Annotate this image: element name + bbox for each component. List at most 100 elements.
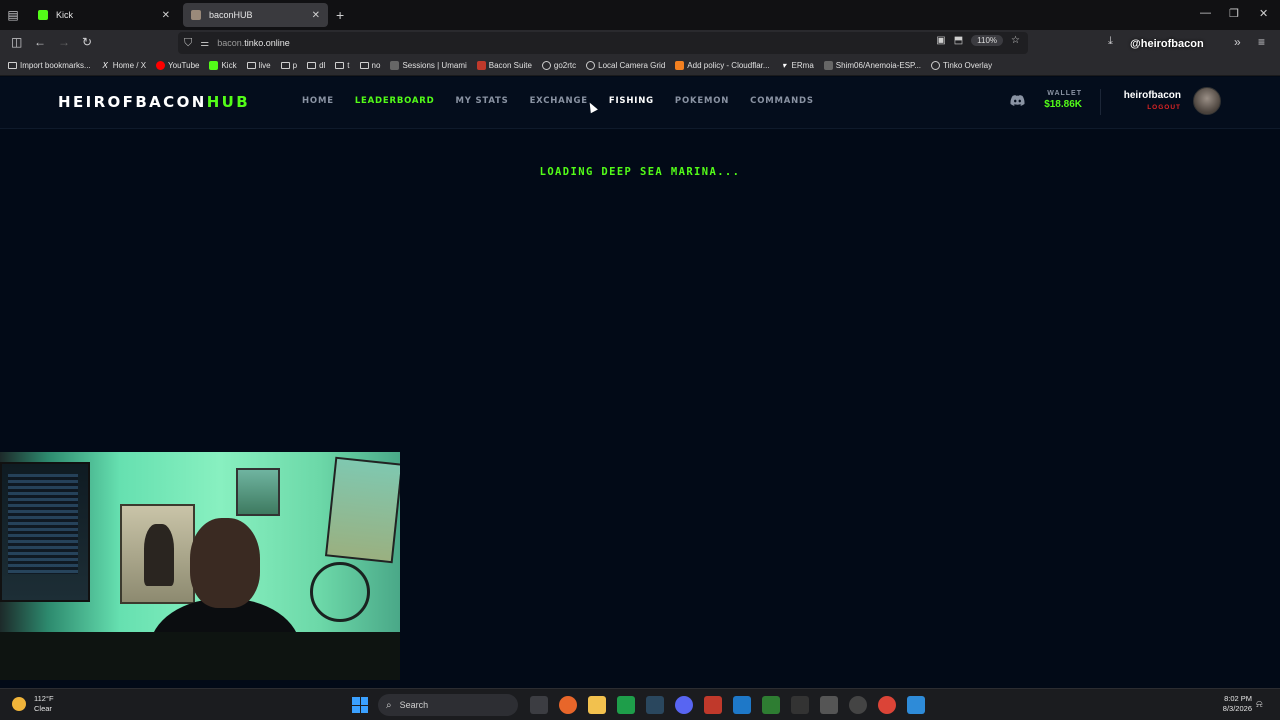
bookmark-item[interactable]: Sessions | Umami bbox=[390, 61, 467, 70]
reader-view-icon[interactable]: ▣ bbox=[936, 35, 945, 46]
windows-start-icon[interactable] bbox=[352, 697, 368, 713]
site-header: HEIROFBACONHUB HOME LEADERBOARD MY STATS… bbox=[0, 77, 1280, 129]
taskbar-search[interactable]: ⌕ Search bbox=[378, 694, 518, 716]
file-explorer-icon[interactable] bbox=[588, 696, 606, 714]
close-window-button[interactable]: ✕ bbox=[1259, 7, 1268, 20]
youtube-icon bbox=[156, 61, 166, 70]
overflow-chevron-icon[interactable]: » bbox=[1234, 35, 1241, 49]
site-logo[interactable]: HEIROFBACONHUB bbox=[58, 93, 250, 111]
wallet-balance: $18.86K bbox=[1044, 99, 1082, 110]
browser-tab-baconhub[interactable]: baconHUB ✕ bbox=[183, 3, 328, 27]
webcam-wall-picture bbox=[236, 468, 280, 516]
obs-replay-icon[interactable] bbox=[704, 696, 722, 714]
cloudflare-icon bbox=[675, 61, 685, 70]
terminal-icon[interactable] bbox=[791, 696, 809, 714]
save-page-icon[interactable]: ⬒ bbox=[954, 35, 963, 46]
site-nav: HOME LEADERBOARD MY STATS EXCHANGE FISHI… bbox=[302, 96, 814, 106]
bookmark-item[interactable]: Shim06/Anemoia-ESP... bbox=[823, 61, 922, 70]
task-view-icon[interactable] bbox=[530, 696, 548, 714]
close-icon[interactable]: ✕ bbox=[312, 10, 320, 21]
media-player-icon[interactable] bbox=[762, 696, 780, 714]
bookmark-label: no bbox=[371, 61, 381, 70]
browser-navbar: ◫ ← → ↻ ⛉ ⚌ bacon.tinko.online ▣ ⬒ 110% … bbox=[0, 30, 1280, 56]
steam-icon[interactable] bbox=[646, 696, 664, 714]
folder-icon bbox=[280, 62, 290, 69]
address-bar[interactable]: ⛉ ⚌ bacon.tinko.online ▣ ⬒ 110% ☆ bbox=[178, 32, 1028, 54]
bookmark-item[interactable]: Tinko Overlay bbox=[931, 61, 992, 70]
webcam-wall-picture bbox=[324, 456, 400, 564]
bookmark-item[interactable]: Bacon Suite bbox=[476, 61, 532, 70]
shield-icon[interactable]: ⛉ bbox=[184, 37, 192, 50]
reload-button[interactable]: ↻ bbox=[82, 35, 92, 49]
go2rtc-icon bbox=[541, 61, 551, 70]
site-info-icon[interactable]: ⚌ bbox=[200, 38, 209, 49]
logout-link[interactable]: LOGOUT bbox=[1110, 104, 1181, 111]
url-text[interactable]: bacon.tinko.online bbox=[217, 38, 290, 48]
umami-icon bbox=[390, 61, 400, 70]
bookmark-item[interactable]: go2rtc bbox=[541, 61, 576, 70]
bookmark-item[interactable]: ▾ ERma bbox=[780, 61, 814, 70]
bookmark-label: Local Camera Grid bbox=[598, 61, 666, 70]
nav-pokemon[interactable]: POKEMON bbox=[675, 96, 729, 106]
tab-title: baconHUB bbox=[209, 10, 253, 20]
bookmark-item[interactable]: no bbox=[359, 61, 381, 70]
nav-exchange[interactable]: EXCHANGE bbox=[530, 96, 588, 106]
bookmarks-bar: Import bookmarks... X Home / X YouTube Ki… bbox=[0, 56, 1280, 76]
bookmark-item[interactable]: dl bbox=[307, 61, 325, 70]
obs-icon[interactable] bbox=[849, 696, 867, 714]
bookmark-label: t bbox=[347, 61, 350, 70]
bookmark-item[interactable]: live bbox=[246, 61, 271, 70]
wallet-label: WALLET bbox=[1047, 90, 1082, 97]
window-app-icon[interactable] bbox=[820, 696, 838, 714]
bookmark-label: Add policy - Cloudflar... bbox=[687, 61, 770, 70]
bookmark-label: Kick bbox=[221, 61, 237, 70]
browser-tab-kick[interactable]: Kick ✕ bbox=[30, 3, 178, 27]
bookmark-item[interactable]: Local Camera Grid bbox=[586, 61, 665, 70]
sidebar-icon[interactable]: ◫ bbox=[11, 35, 22, 49]
bookmark-item[interactable]: YouTube bbox=[156, 61, 199, 70]
bookmark-item[interactable]: X Home / X bbox=[101, 61, 147, 70]
close-icon[interactable]: ✕ bbox=[162, 10, 170, 21]
new-tab-button[interactable]: + bbox=[336, 7, 344, 23]
header-divider bbox=[1100, 89, 1101, 115]
xbox-icon[interactable] bbox=[617, 696, 635, 714]
bookmark-item[interactable]: t bbox=[335, 61, 350, 70]
chrome-icon[interactable] bbox=[878, 696, 896, 714]
nav-fishing[interactable]: FISHING bbox=[609, 96, 654, 106]
minimize-button[interactable]: — bbox=[1200, 7, 1211, 19]
nav-commands[interactable]: COMMANDS bbox=[750, 96, 814, 106]
restore-button[interactable]: ❐ bbox=[1229, 7, 1239, 20]
tab-list-icon[interactable]: ▤ bbox=[0, 0, 26, 30]
bookmark-label: ERma bbox=[791, 61, 814, 70]
forward-button[interactable]: → bbox=[58, 35, 70, 49]
webcam-monitor bbox=[0, 462, 90, 602]
notification-bell-icon[interactable]: ⍾ bbox=[1256, 699, 1263, 710]
bookmark-item[interactable]: p bbox=[280, 61, 298, 70]
user-block: heirofbacon LOGOUT bbox=[1110, 90, 1181, 111]
bookmark-label: Sessions | Umami bbox=[402, 61, 467, 70]
bookmark-star-icon[interactable]: ☆ bbox=[1011, 35, 1020, 46]
url-domain: tinko.online bbox=[244, 38, 290, 48]
vscode-icon[interactable] bbox=[733, 696, 751, 714]
zoom-indicator[interactable]: 110% bbox=[971, 35, 1004, 46]
taskbar-clock[interactable]: 8:02 PM 8/3/2026 bbox=[1210, 694, 1252, 714]
nav-leaderboard[interactable]: LEADERBOARD bbox=[355, 96, 435, 106]
downloads-icon[interactable]: ⤓ bbox=[1108, 35, 1113, 48]
notepad-icon[interactable] bbox=[907, 696, 925, 714]
bookmark-label: Shim06/Anemoia-ESP... bbox=[835, 61, 922, 70]
weather-widget[interactable]: 112°F Clear bbox=[12, 694, 54, 714]
bookmark-label: Home / X bbox=[112, 61, 147, 70]
discord-icon[interactable] bbox=[1010, 95, 1025, 106]
bookmark-item[interactable]: Kick bbox=[209, 61, 237, 70]
avatar[interactable] bbox=[1193, 87, 1221, 115]
nav-home[interactable]: HOME bbox=[302, 96, 334, 106]
app-menu-icon[interactable]: ≡ bbox=[1258, 35, 1265, 49]
bookmark-item[interactable]: Import bookmarks... bbox=[8, 61, 91, 70]
bookmark-item[interactable]: Add policy - Cloudflar... bbox=[675, 61, 770, 70]
discord-app-icon[interactable] bbox=[675, 696, 693, 714]
back-button[interactable]: ← bbox=[34, 35, 46, 49]
nav-my-stats[interactable]: MY STATS bbox=[455, 96, 508, 106]
webcam-overlay bbox=[0, 452, 400, 680]
bookmark-label: p bbox=[292, 61, 298, 70]
firefox-icon[interactable] bbox=[559, 696, 577, 714]
